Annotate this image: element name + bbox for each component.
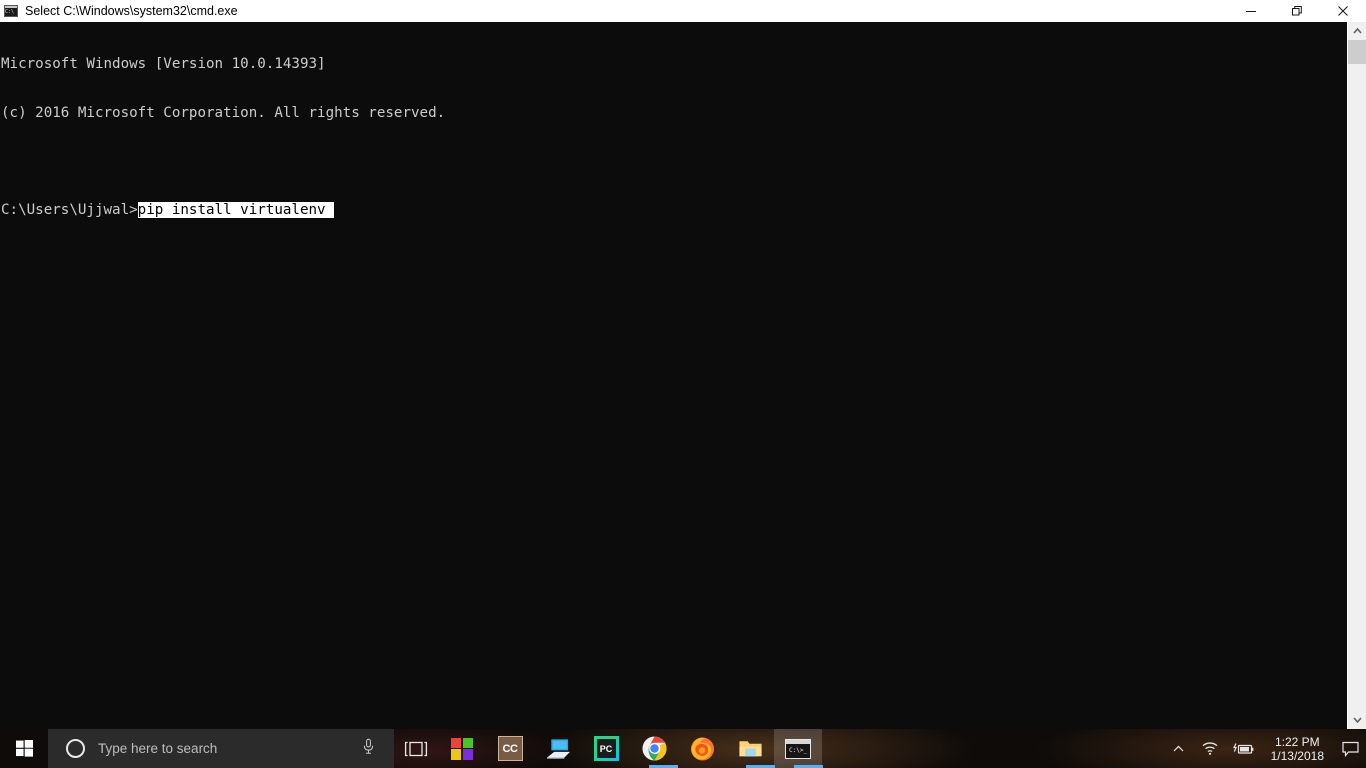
console-prompt-line: C:\Users\Ujjwal>pip install virtualenv [1,202,1347,219]
task-view-icon [404,741,428,756]
pycharm-icon: PC [593,736,619,761]
window-titlebar[interactable]: C:\ Select C:\Windows\system32\cmd.exe [0,0,1366,22]
taskbar-app-cc-app[interactable]: CC [486,729,534,768]
taskbar-app-pycharm[interactable]: PC [582,729,630,768]
taskbar-app-google-chrome[interactable] [630,729,678,768]
pycharm-icon-label: PC [596,739,616,758]
restore-button[interactable] [1274,0,1320,22]
microsoft-store-icon [451,737,473,760]
search-input[interactable]: Type here to search [98,741,217,756]
network-button[interactable] [1194,729,1226,768]
taskbar-app-microsoft-store[interactable] [438,729,486,768]
system-tray: 1:22 PM 1/13/2018 [1163,729,1366,768]
console-selected-command[interactable]: pip install virtualenv [137,202,335,219]
microphone-icon[interactable] [363,738,374,759]
scroll-up-icon[interactable] [1348,22,1366,40]
minimize-button[interactable] [1228,0,1274,22]
action-center-button[interactable] [1334,729,1366,768]
clock-time: 1:22 PM [1274,734,1320,749]
taskbar-app-file-explorer[interactable] [726,729,774,768]
search-box[interactable]: Type here to search [48,729,394,768]
window-title: Select C:\Windows\system32\cmd.exe [25,4,238,18]
windows-logo-icon [15,740,33,757]
battery-button[interactable] [1226,729,1261,768]
console-output-area[interactable]: Microsoft Windows [Version 10.0.14393] (… [0,22,1347,729]
command-prompt-icon: C:\>_ [785,738,811,759]
console-prompt: C:\Users\Ujjwal> [1,202,138,219]
console-line: (c) 2016 Microsoft Corporation. All righ… [1,105,446,121]
desktop-screen: C:\ Select C:\Windows\system32\cmd.exe M… [0,0,1366,768]
battery-charging-icon [1232,742,1254,754]
cc-app-icon: CC [497,736,523,761]
console-line: Microsoft Windows [Version 10.0.14393] [1,56,326,73]
taskbar-app-mozilla-firefox[interactable] [678,729,726,768]
task-view-button[interactable] [394,729,438,768]
cmd-console-icon: C:\ [4,5,18,17]
mozilla-firefox-icon [690,737,714,761]
taskbar-app-this-pc[interactable] [534,729,582,768]
taskbar-app-command-prompt[interactable]: C:\>_ [774,729,822,768]
cmd-icon-text: C:\ [5,9,15,15]
clock[interactable]: 1:22 PM 1/13/2018 [1261,729,1334,768]
show-hidden-icons-button[interactable] [1163,729,1194,768]
close-button[interactable] [1320,0,1366,22]
action-center-icon [1341,741,1359,757]
chevron-up-icon [1173,745,1184,752]
taskbar: Type here to search CC PC C:\>_ 1:22 PM … [0,729,1366,768]
clock-date: 1/13/2018 [1270,748,1324,763]
wifi-icon [1202,742,1218,755]
console-scrollbar[interactable] [1347,22,1366,729]
google-chrome-icon [641,736,667,761]
start-button[interactable] [0,729,48,768]
window-controls [1228,0,1366,22]
this-pc-icon [546,739,570,759]
command-prompt-window: C:\ Select C:\Windows\system32\cmd.exe M… [0,0,1366,729]
scroll-down-icon[interactable] [1348,711,1366,729]
file-explorer-icon [738,741,762,757]
cortana-circle-icon[interactable] [66,739,85,758]
pinned-apps: CC PC C:\>_ [438,729,822,768]
scrollbar-thumb[interactable] [1348,40,1366,64]
scrollbar-track[interactable] [1348,64,1366,711]
